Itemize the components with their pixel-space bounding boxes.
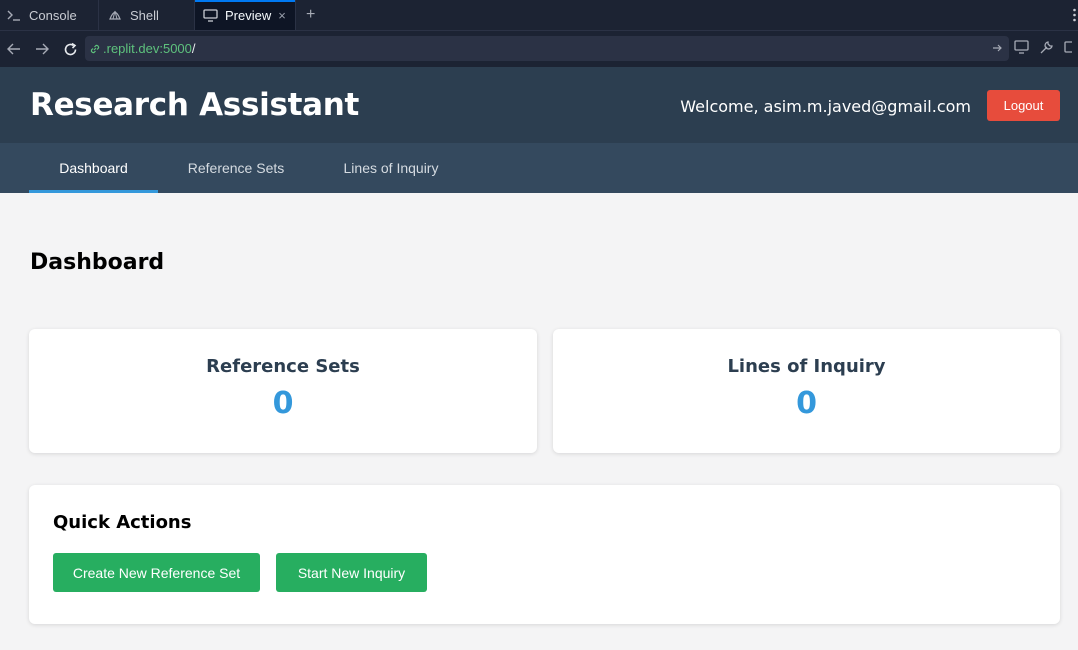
tab-console[interactable]: Console <box>0 0 99 30</box>
new-tab-button[interactable]: + <box>296 0 325 30</box>
tab-shell-label: Shell <box>130 7 159 23</box>
nav-tab-reference-sets[interactable]: Reference Sets <box>170 143 302 193</box>
logout-button[interactable]: Logout <box>987 90 1060 121</box>
start-inquiry-button[interactable]: Start New Inquiry <box>276 553 427 592</box>
nav-tab-dashboard[interactable]: Dashboard <box>29 143 158 193</box>
app-header: Research Assistant Welcome, asim.m.javed… <box>0 67 1078 143</box>
welcome-text: Welcome, asim.m.javed@gmail.com <box>680 97 971 116</box>
tab-preview[interactable]: Preview × <box>195 0 296 30</box>
tab-shell[interactable]: Shell <box>99 0 195 30</box>
url-path: / <box>191 41 196 56</box>
app-title: Research Assistant <box>30 87 360 123</box>
terminal-icon <box>6 7 22 23</box>
stat-label: Lines of Inquiry <box>727 356 886 377</box>
page-title: Dashboard <box>30 250 165 275</box>
url-host: .replit.dev:5000 <box>103 41 192 56</box>
close-tab-icon[interactable]: × <box>278 8 286 23</box>
quick-actions-card: Quick Actions Create New Reference Set S… <box>29 485 1060 624</box>
shell-icon <box>107 7 123 23</box>
stat-value: 0 <box>272 386 294 421</box>
preview-tools <box>1014 40 1076 60</box>
main-nav: Dashboard Reference Sets Lines of Inquir… <box>0 143 1078 193</box>
stat-value: 0 <box>796 386 817 421</box>
stat-card-reference-sets: Reference Sets 0 <box>29 329 537 453</box>
tab-console-label: Console <box>29 7 77 23</box>
stat-label: Reference Sets <box>206 356 360 377</box>
link-icon <box>89 43 101 55</box>
preview-url-bar: .replit.dev:5000/ <box>0 31 1078 67</box>
url-input[interactable]: .replit.dev:5000/ <box>85 36 1009 61</box>
reload-icon[interactable] <box>56 35 84 63</box>
create-reference-set-button[interactable]: Create New Reference Set <box>53 553 260 592</box>
nav-tab-lines-of-inquiry[interactable]: Lines of Inquiry <box>326 143 456 193</box>
quick-actions-title: Quick Actions <box>53 512 192 533</box>
monitor-icon <box>203 7 218 23</box>
stat-card-lines-of-inquiry: Lines of Inquiry 0 <box>553 329 1060 453</box>
tab-preview-label: Preview <box>225 7 272 23</box>
ide-tab-strip: Console Shell Preview × + <box>0 0 1078 31</box>
more-options-icon[interactable] <box>1073 8 1076 22</box>
devices-icon[interactable] <box>1014 40 1029 60</box>
wrench-icon[interactable] <box>1039 40 1054 60</box>
back-arrow-icon[interactable] <box>0 35 28 63</box>
forward-arrow-icon[interactable] <box>28 35 56 63</box>
external-link-icon[interactable] <box>1064 40 1076 60</box>
go-arrow-icon[interactable] <box>992 41 1003 56</box>
